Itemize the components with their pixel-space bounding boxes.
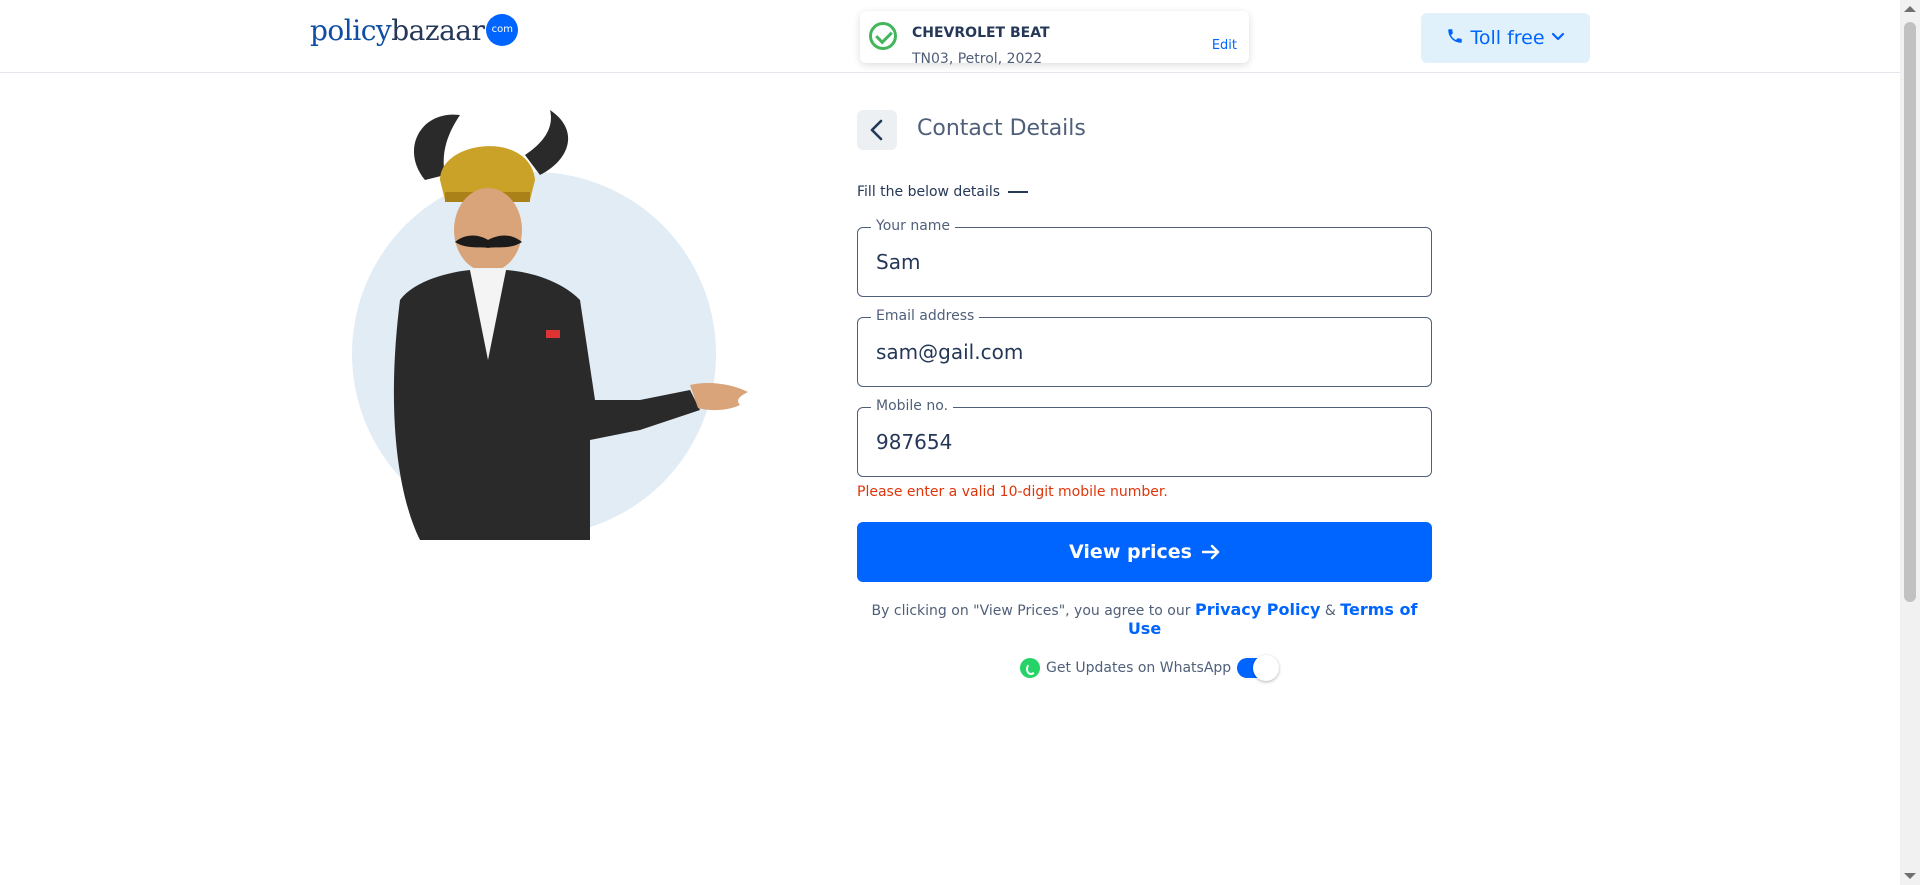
- subtitle-dash: [1008, 191, 1029, 193]
- edit-vehicle-link[interactable]: Edit: [1212, 38, 1237, 53]
- mobile-field[interactable]: Mobile no. 987654: [857, 398, 1432, 477]
- scroll-up-arrow[interactable]: [1904, 6, 1916, 12]
- email-field-value[interactable]: sam@gail.com: [876, 340, 1396, 364]
- terms-amp: &: [1324, 603, 1336, 619]
- scrollbar-thumb[interactable]: [1904, 22, 1916, 602]
- back-button[interactable]: [857, 110, 897, 150]
- email-field[interactable]: Email address sam@gail.com: [857, 308, 1432, 387]
- toll-free-button[interactable]: Toll free: [1421, 13, 1590, 63]
- whatsapp-updates: Get Updates on WhatsApp: [1020, 655, 1280, 681]
- form-subtitle: Fill the below details: [857, 184, 1029, 200]
- page: policybazaar com CHEVROLET BEAT TN03, Pe…: [0, 0, 1900, 885]
- chevron-down-icon: [1551, 27, 1565, 49]
- terms-consent: By clicking on "View Prices", you agree …: [857, 600, 1432, 638]
- logo-text-policy: policy: [310, 14, 392, 47]
- vehicle-details: TN03, Petrol, 2022: [912, 51, 1043, 67]
- check-circle-icon: [869, 22, 897, 50]
- name-field[interactable]: Your name Sam: [857, 218, 1432, 297]
- whatsapp-toggle[interactable]: [1237, 655, 1280, 681]
- whatsapp-label: Get Updates on WhatsApp: [1046, 660, 1232, 676]
- hero-mascot: [340, 100, 760, 550]
- email-field-label: Email address: [871, 308, 980, 324]
- whatsapp-icon: [1020, 658, 1040, 678]
- view-prices-button[interactable]: View prices: [857, 522, 1432, 582]
- scroll-down-arrow[interactable]: [1904, 873, 1916, 879]
- logo-com-badge: com: [486, 13, 519, 46]
- vertical-scrollbar[interactable]: [1900, 0, 1920, 885]
- page-title: Contact Details: [917, 116, 1086, 141]
- terms-prefix: By clicking on "View Prices", you agree …: [871, 603, 1191, 619]
- mobile-field-label: Mobile no.: [871, 398, 954, 414]
- vehicle-summary-card: CHEVROLET BEAT TN03, Petrol, 2022 Edit: [860, 11, 1249, 67]
- vehicle-model: CHEVROLET BEAT: [912, 25, 1050, 41]
- phone-icon: [1446, 27, 1464, 50]
- logo-text-bazaar: bazaar: [391, 14, 485, 47]
- toggle-knob: [1253, 655, 1280, 681]
- policybazaar-logo[interactable]: policybazaar com: [310, 13, 519, 47]
- toll-free-label: Toll free: [1470, 27, 1545, 49]
- name-field-label: Your name: [871, 218, 956, 234]
- arrow-right-icon: [1201, 544, 1220, 560]
- name-field-value[interactable]: Sam: [876, 250, 1396, 274]
- header: policybazaar com CHEVROLET BEAT TN03, Pe…: [0, 0, 1900, 73]
- mobile-field-value[interactable]: 987654: [876, 430, 1396, 454]
- form-subtitle-text: Fill the below details: [857, 184, 1001, 200]
- privacy-policy-link[interactable]: Privacy Policy: [1195, 600, 1320, 619]
- view-prices-label: View prices: [1069, 541, 1192, 563]
- mobile-error-message: Please enter a valid 10-digit mobile num…: [857, 484, 1168, 500]
- mascot-illustration: [393, 110, 748, 540]
- chevron-left-icon: [870, 119, 883, 141]
